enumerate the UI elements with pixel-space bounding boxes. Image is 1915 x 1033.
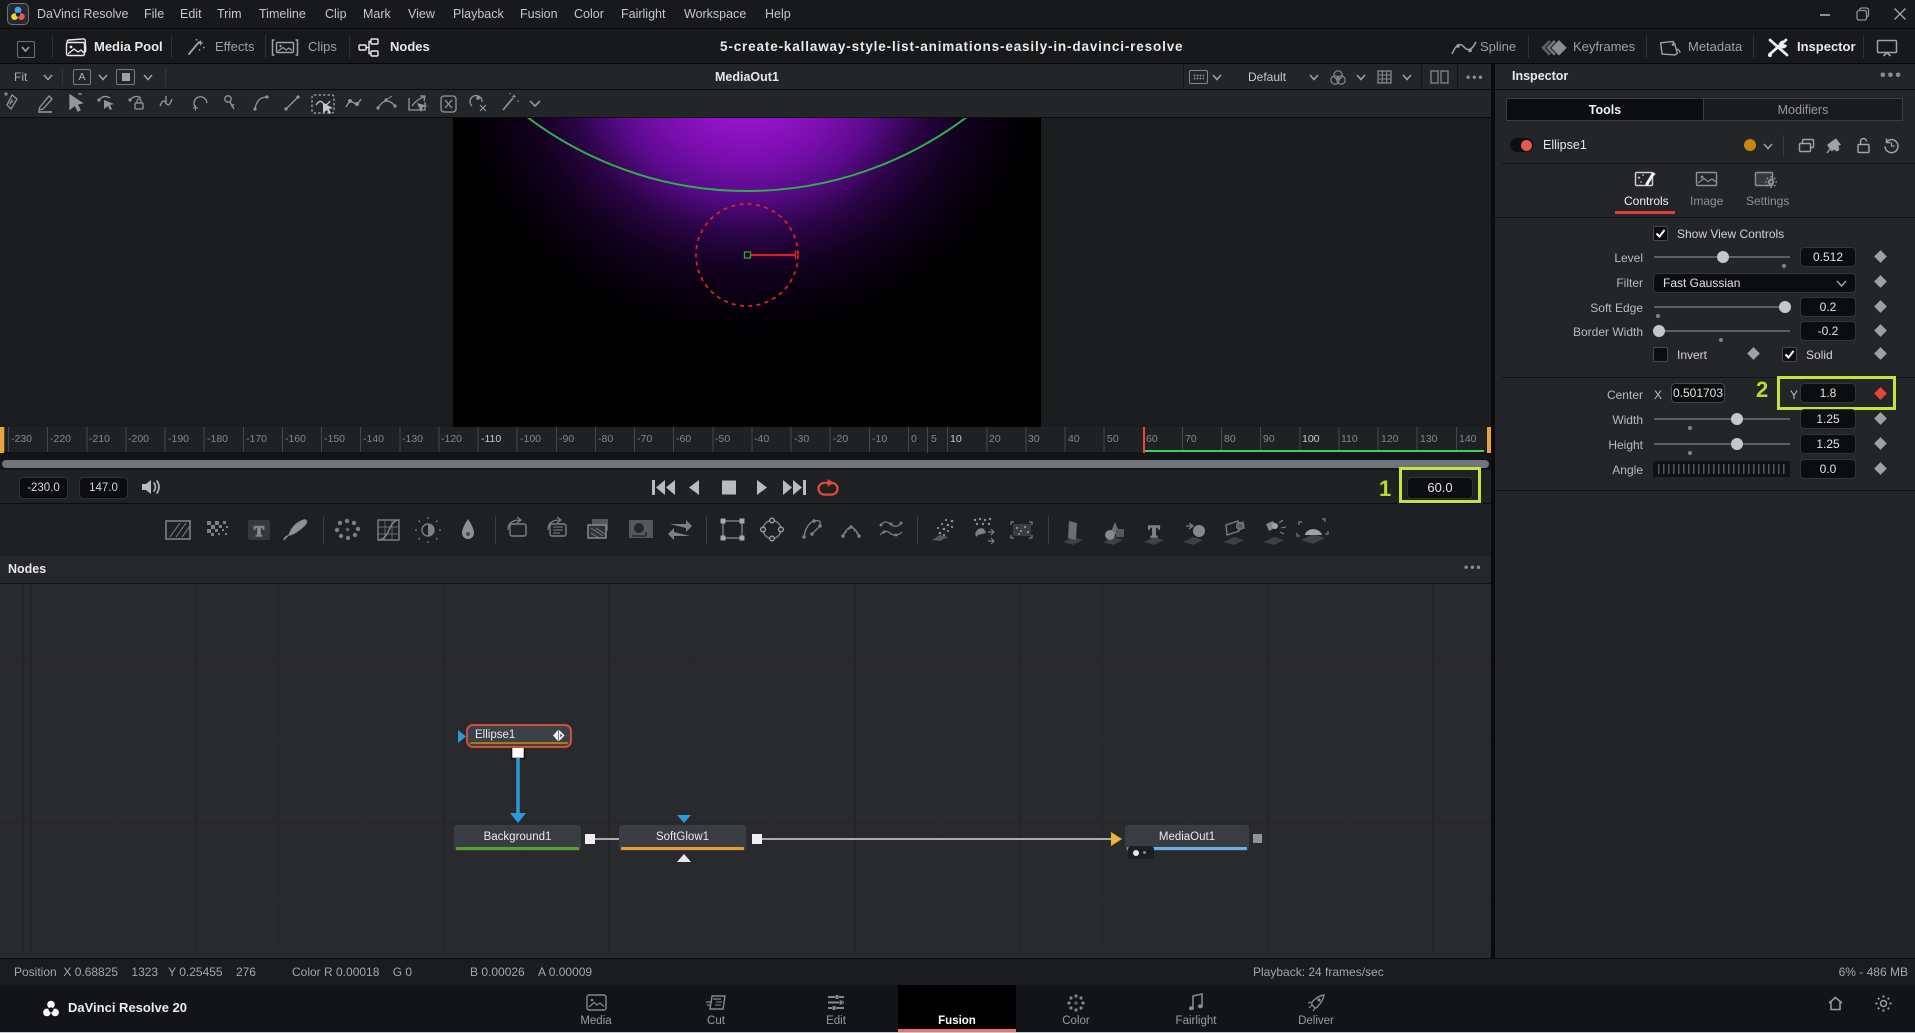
svg-text:T: T	[254, 524, 264, 540]
svg-text:T: T	[1148, 522, 1160, 541]
